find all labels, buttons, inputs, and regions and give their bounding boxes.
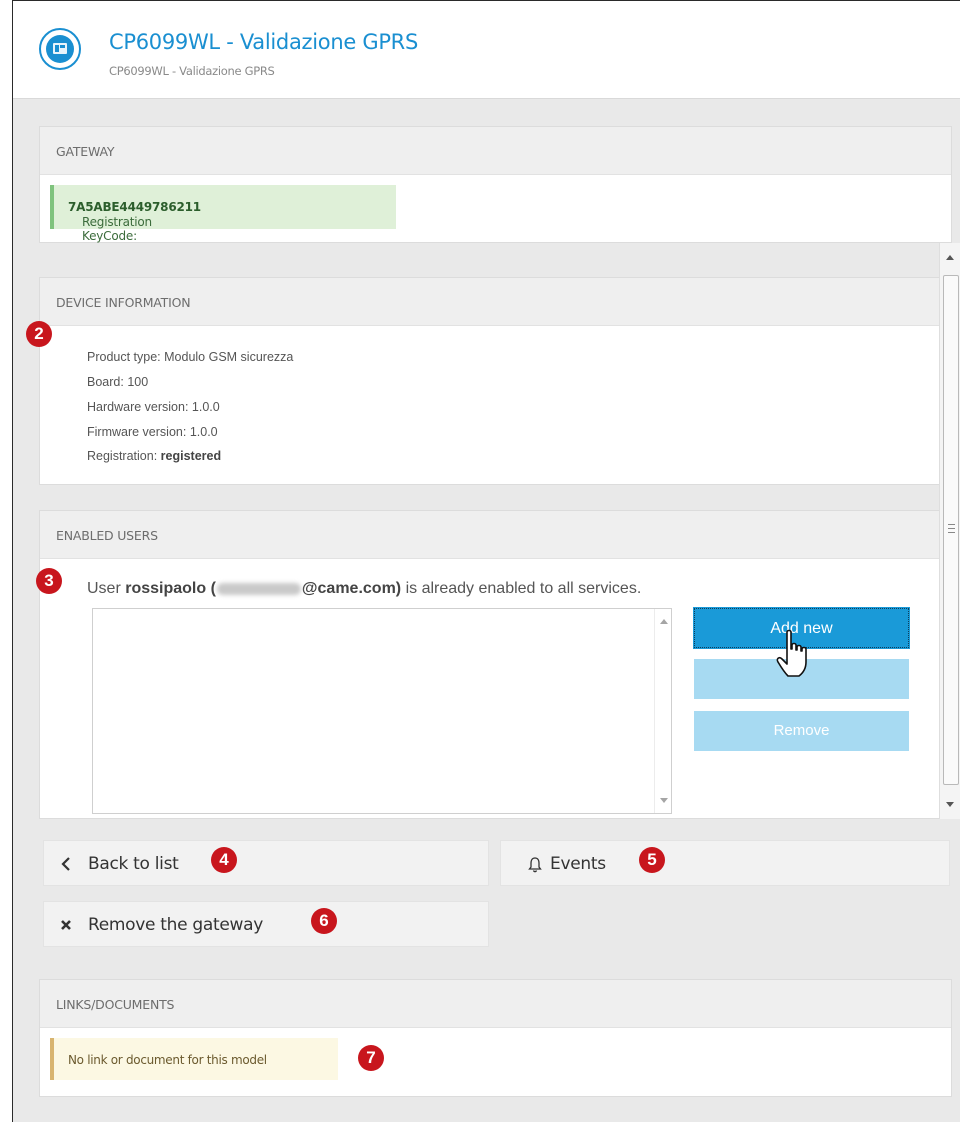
device-info-heading: DEVICE INFORMATION (56, 295, 191, 310)
bell-icon (528, 857, 542, 873)
back-to-list-button[interactable]: Back to list (43, 840, 489, 886)
scroll-down-icon[interactable] (660, 798, 668, 803)
users-list-scrollbar[interactable] (654, 609, 671, 813)
info-hardware-version: Hardware version: 1.0.0 (87, 400, 220, 414)
username: rossipaolo (125, 580, 207, 597)
scroll-up-arrow-icon[interactable] (946, 255, 954, 260)
enabled-users-message: User rossipaolo (@came.com) is already e… (87, 580, 642, 597)
keycode-value: 7A5ABE4449786211 (68, 200, 201, 214)
info-firmware-version: Firmware version: 1.0.0 (87, 425, 218, 439)
scroll-up-icon[interactable] (660, 619, 668, 624)
events-button[interactable]: Events (500, 840, 950, 886)
app-window: CP6099WL - Validazione GPRS CP6099WL - V… (12, 0, 960, 1122)
close-icon (61, 920, 71, 930)
callout-marker: 5 (639, 847, 665, 873)
redacted-email (216, 582, 301, 595)
scroll-down-arrow-icon[interactable] (946, 802, 954, 807)
scrollbar-thumb[interactable] (943, 275, 959, 785)
gateway-panel: GATEWAY Registration KeyCode: 7A5ABE4449… (39, 126, 952, 243)
callout-marker: 3 (36, 568, 62, 594)
gateway-device-icon (39, 28, 81, 70)
remove-gateway-button[interactable]: Remove the gateway (43, 901, 489, 947)
keycode-alert: Registration KeyCode: 7A5ABE4449786211 (50, 185, 396, 243)
page-scrollbar[interactable] (939, 243, 960, 819)
device-information-panel: DEVICE INFORMATION Product type: Modulo … (39, 277, 940, 485)
page-header: CP6099WL - Validazione GPRS CP6099WL - V… (13, 1, 960, 99)
links-heading: LINKS/DOCUMENTS (56, 997, 175, 1012)
page-subtitle: CP6099WL - Validazione GPRS (109, 64, 275, 78)
callout-marker: 4 (211, 847, 237, 873)
chevron-left-icon (61, 857, 70, 871)
callout-marker: 2 (26, 321, 52, 347)
page-title: CP6099WL - Validazione GPRS (109, 30, 419, 54)
enabled-users-heading: ENABLED USERS (56, 528, 158, 543)
gateway-heading: GATEWAY (56, 144, 115, 159)
enabled-users-list[interactable] (92, 608, 672, 814)
info-registration: Registration: registered (87, 449, 222, 463)
remove-user-button[interactable]: Remove (694, 711, 909, 751)
keycode-label: Registration KeyCode: (82, 215, 152, 243)
hand-pointer-icon (776, 629, 807, 677)
links-documents-panel: LINKS/DOCUMENTS No link or document for … (39, 979, 952, 1097)
callout-marker: 7 (358, 1045, 384, 1071)
callout-marker: 6 (311, 908, 337, 934)
info-product-type: Product type: Modulo GSM sicurezza (87, 350, 294, 364)
info-board: Board: 100 (87, 375, 149, 389)
no-links-alert: No link or document for this model (50, 1038, 338, 1080)
